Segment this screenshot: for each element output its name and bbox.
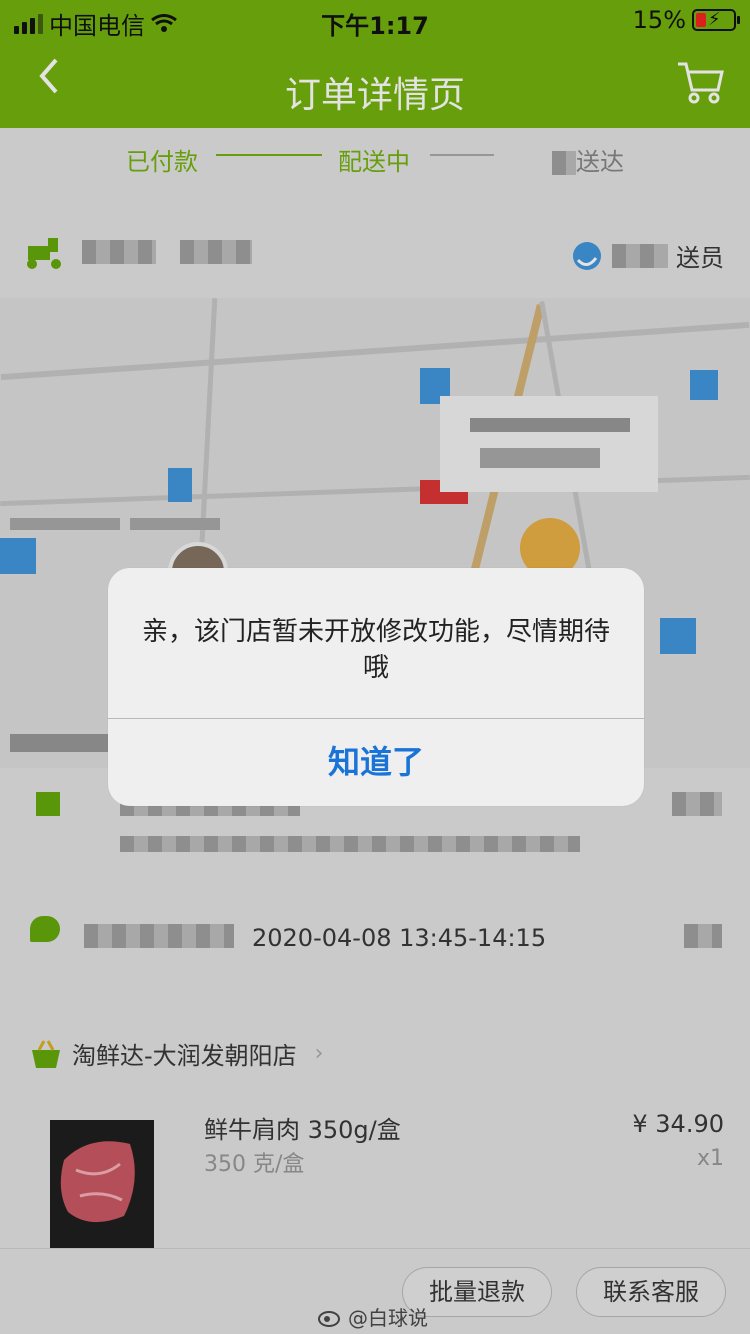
alert-ok-button[interactable]: 知道了: [108, 719, 644, 806]
alert-message: 亲，该门店暂未开放修改功能，尽情期待哦: [141, 617, 610, 683]
alert-dialog: 亲，该门店暂未开放修改功能，尽情期待哦 知道了: [108, 568, 644, 806]
